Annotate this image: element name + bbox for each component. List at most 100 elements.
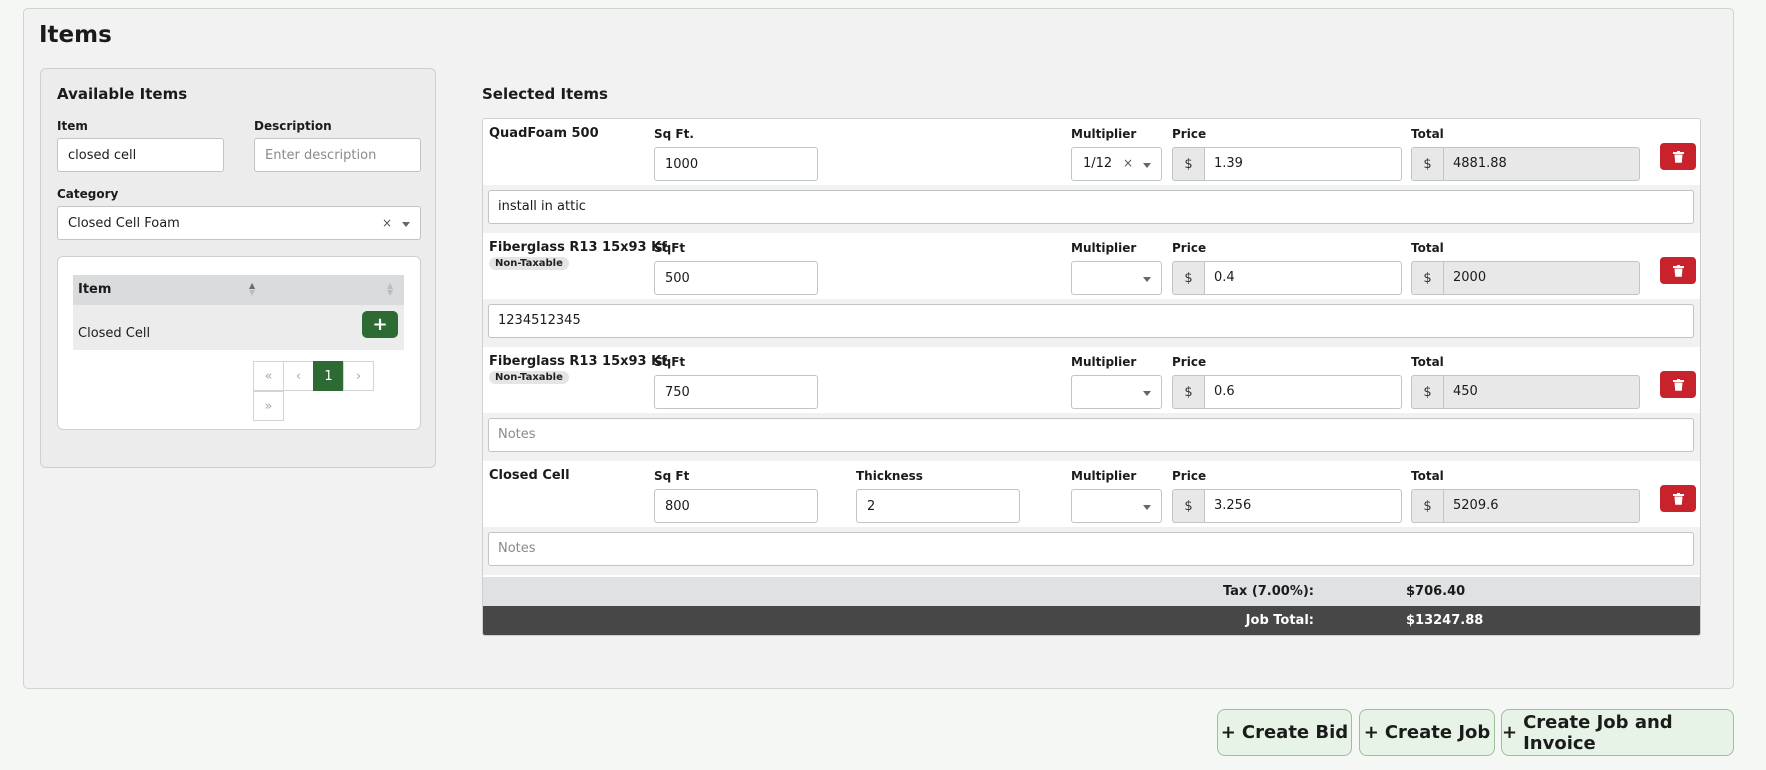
price-label: Price — [1172, 469, 1207, 483]
price-input[interactable]: 1.39 — [1204, 147, 1402, 181]
create-bid-label: Create Bid — [1241, 722, 1349, 743]
category-value: Closed Cell Foam — [68, 215, 180, 231]
price-input-group[interactable]: $ 1.39 — [1172, 147, 1402, 181]
delete-item-button[interactable] — [1660, 143, 1696, 170]
sort-asc-icon[interactable]: ▲ ▼ — [249, 282, 255, 297]
multiplier-label: Multiplier — [1071, 469, 1137, 483]
delete-item-button[interactable] — [1660, 371, 1696, 398]
price-input-group[interactable]: $ 0.4 — [1172, 261, 1402, 295]
total-label: Total — [1411, 469, 1444, 483]
tax-label: Tax (7.00%): — [1222, 584, 1314, 599]
qty-input[interactable] — [654, 489, 818, 523]
plus-icon: + — [372, 314, 388, 335]
multiplier-clear-icon[interactable]: × — [1123, 156, 1133, 170]
multiplier-select[interactable] — [1071, 375, 1162, 409]
price-label: Price — [1172, 355, 1207, 369]
pagination-page-1[interactable]: 1 — [313, 361, 344, 391]
job-total-label: Job Total: — [1245, 613, 1314, 628]
currency-addon: $ — [1172, 147, 1204, 181]
job-total-row: Job Total: $13247.88 — [483, 606, 1700, 635]
create-job-label: Create Job — [1384, 722, 1491, 743]
selected-item-name: Fiberglass R13 15x93 Kf — [489, 354, 667, 369]
total-input: 450 — [1443, 375, 1640, 409]
selected-items-title: Selected Items — [482, 85, 608, 103]
chevron-down-icon[interactable] — [1143, 277, 1151, 282]
notes-strip: Notes — [483, 527, 1700, 575]
chevron-down-icon[interactable] — [1143, 163, 1151, 168]
selected-items-table: QuadFoam 500 Sq Ft. Multiplier 1/12 × Pr… — [482, 118, 1701, 636]
currency-addon: $ — [1172, 489, 1204, 523]
pagination-prev[interactable]: ‹ — [283, 361, 314, 391]
selected-item-row: Fiberglass R13 15x93 Kf Non-Taxable SqFt… — [483, 347, 1700, 413]
category-select[interactable]: Closed Cell Foam × — [57, 206, 421, 240]
multiplier-select[interactable] — [1071, 489, 1162, 523]
price-input[interactable]: 3.256 — [1204, 489, 1402, 523]
notes-input[interactable]: install in attic — [488, 190, 1694, 224]
create-job-and-invoice-button[interactable]: + Create Job and Invoice — [1501, 709, 1734, 756]
total-input: 4881.88 — [1443, 147, 1640, 181]
pagination-last[interactable]: » — [253, 391, 284, 421]
trash-icon — [1672, 264, 1684, 277]
total-input-group: $ 4881.88 — [1411, 147, 1640, 181]
add-item-button[interactable]: + — [362, 311, 398, 338]
pagination-next[interactable]: › — [343, 361, 374, 391]
trash-icon — [1672, 150, 1684, 163]
qty-label: SqFt — [654, 355, 686, 369]
trash-icon — [1672, 492, 1684, 505]
category-clear-icon[interactable]: × — [382, 216, 392, 230]
plus-icon: + — [1363, 722, 1379, 743]
currency-addon: $ — [1411, 489, 1443, 523]
description-input[interactable] — [254, 138, 421, 172]
currency-addon: $ — [1411, 375, 1443, 409]
multiplier-select[interactable] — [1071, 261, 1162, 295]
category-label: Category — [57, 187, 119, 201]
notes-input[interactable]: 1234512345 — [488, 304, 1694, 338]
delete-item-button[interactable] — [1660, 257, 1696, 284]
item-search-input[interactable] — [57, 138, 224, 172]
total-input-group: $ 2000 — [1411, 261, 1640, 295]
thickness-input[interactable] — [856, 489, 1020, 523]
currency-addon: $ — [1172, 375, 1204, 409]
price-input[interactable]: 0.6 — [1204, 375, 1402, 409]
create-job-button[interactable]: + Create Job — [1359, 709, 1495, 756]
multiplier-label: Multiplier — [1071, 127, 1137, 141]
non-taxable-badge: Non-Taxable — [489, 371, 569, 384]
non-taxable-badge: Non-Taxable — [489, 257, 569, 270]
create-bid-button[interactable]: + Create Bid — [1217, 709, 1352, 756]
qty-input[interactable] — [654, 375, 818, 409]
price-input[interactable]: 0.4 — [1204, 261, 1402, 295]
qty-label: Sq Ft — [654, 469, 690, 483]
qty-input[interactable] — [654, 261, 818, 295]
pagination-first[interactable]: « — [253, 361, 284, 391]
delete-item-button[interactable] — [1660, 485, 1696, 512]
qty-label: SqFt — [654, 241, 686, 255]
currency-addon: $ — [1172, 261, 1204, 295]
chevron-down-icon[interactable] — [1143, 505, 1151, 510]
plus-icon: + — [1502, 722, 1518, 743]
total-label: Total — [1411, 241, 1444, 255]
sort-icon[interactable]: ▲ ▼ — [387, 282, 393, 297]
notes-strip: Notes — [483, 413, 1700, 461]
selected-item-row: Closed Cell Sq Ft Thickness Multiplier P… — [483, 461, 1700, 527]
tax-value: $706.40 — [1406, 584, 1466, 599]
table-header[interactable]: Item ▲ ▼ ▲ ▼ — [73, 275, 404, 305]
selected-item-name: Closed Cell — [489, 468, 570, 483]
qty-label: Sq Ft. — [654, 127, 694, 141]
price-label: Price — [1172, 241, 1207, 255]
column-header-item[interactable]: Item — [78, 282, 111, 297]
price-input-group[interactable]: $ 3.256 — [1172, 489, 1402, 523]
chevron-down-icon[interactable] — [402, 222, 410, 227]
selected-item-name: Fiberglass R13 15x93 Kf — [489, 240, 667, 255]
qty-input[interactable] — [654, 147, 818, 181]
job-total-value: $13247.88 — [1406, 613, 1484, 628]
price-input-group[interactable]: $ 0.6 — [1172, 375, 1402, 409]
available-items-table-box: Item ▲ ▼ ▲ ▼ Closed Cell + « ‹ 1 › » — [57, 256, 421, 430]
create-job-and-invoice-label: Create Job and Invoice — [1523, 711, 1673, 754]
available-items-panel: Available Items Item Description Categor… — [40, 68, 436, 468]
selected-item-row: QuadFoam 500 Sq Ft. Multiplier 1/12 × Pr… — [483, 119, 1700, 185]
notes-input[interactable]: Notes — [488, 532, 1694, 566]
multiplier-select[interactable]: 1/12 × — [1071, 147, 1162, 181]
price-label: Price — [1172, 127, 1207, 141]
notes-input[interactable]: Notes — [488, 418, 1694, 452]
chevron-down-icon[interactable] — [1143, 391, 1151, 396]
